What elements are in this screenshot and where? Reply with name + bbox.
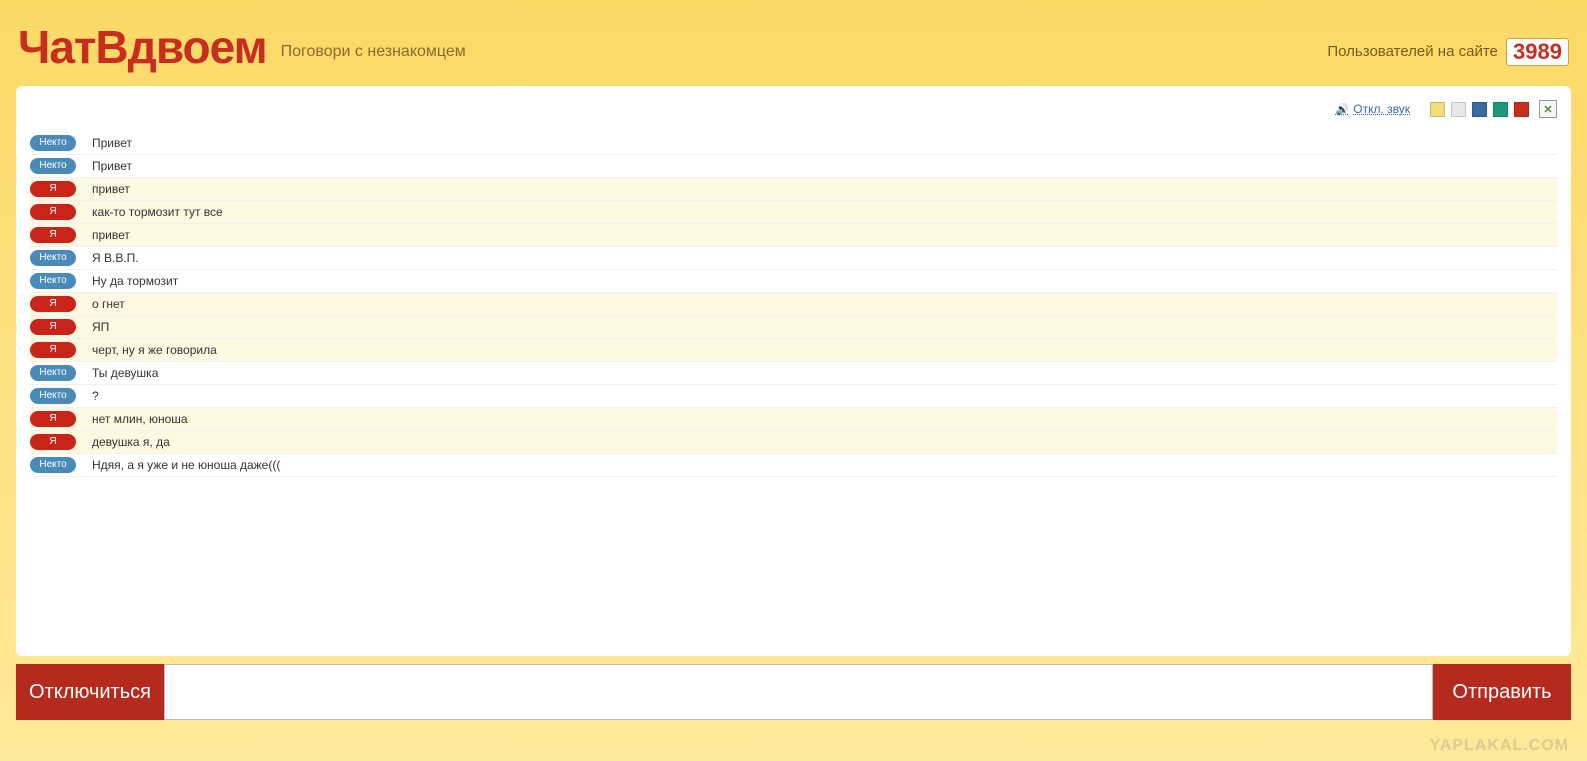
theme-swatch-gray[interactable]	[1451, 102, 1466, 117]
sender-badge-me: Я	[30, 227, 76, 243]
sender-badge-stranger: Некто	[30, 273, 76, 289]
message-text: Я В.В.П.	[92, 251, 139, 265]
message-input[interactable]	[164, 664, 1433, 720]
close-icon[interactable]: ✕	[1539, 100, 1557, 118]
message-text: ?	[92, 389, 99, 403]
message-row: Некто Привет	[30, 155, 1557, 178]
header: ЧатВдвоем Поговори с незнакомцем Пользов…	[0, 0, 1587, 86]
message-text: нет млин, юноша	[92, 412, 188, 426]
disconnect-button[interactable]: Отключиться	[16, 664, 164, 720]
sender-badge-me: Я	[30, 319, 76, 335]
message-text: Привет	[92, 159, 132, 173]
sender-badge-me: Я	[30, 204, 76, 220]
theme-swatch-yellow[interactable]	[1430, 102, 1445, 117]
message-row: Ядевушка я, да	[30, 431, 1557, 454]
sender-badge-stranger: Некто	[30, 158, 76, 174]
message-row: Япривет	[30, 224, 1557, 247]
watermark: YAPLAKAL.COM	[1430, 737, 1569, 755]
theme-swatches	[1430, 102, 1529, 117]
message-text: черт, ну я же говорила	[92, 343, 217, 357]
message-text: привет	[92, 182, 130, 196]
message-row: Япривет	[30, 178, 1557, 201]
message-text: как-то тормозит тут все	[92, 205, 223, 219]
sender-badge-stranger: Некто	[30, 388, 76, 404]
theme-swatch-red[interactable]	[1514, 102, 1529, 117]
message-row: Яо гнет	[30, 293, 1557, 316]
message-text: Ндяя, а я уже и не юноша даже(((	[92, 458, 280, 472]
sender-badge-me: Я	[30, 181, 76, 197]
sound-toggle-label: Откл. звук	[1353, 102, 1410, 116]
message-list: НектоПриветНектоПриветЯприветЯкак-то тор…	[30, 132, 1557, 477]
message-text: привет	[92, 228, 130, 242]
sender-badge-stranger: Некто	[30, 250, 76, 266]
users-online-label: Пользователей на сайте	[1327, 43, 1497, 60]
message-row: Янет млин, юноша	[30, 408, 1557, 431]
sender-badge-me: Я	[30, 342, 76, 358]
message-row: Ячерт, ну я же говорила	[30, 339, 1557, 362]
message-row: Некто?	[30, 385, 1557, 408]
theme-swatch-teal[interactable]	[1493, 102, 1508, 117]
message-row: Некто Ну да тормозит	[30, 270, 1557, 293]
sender-badge-stranger: Некто	[30, 135, 76, 151]
message-text: Ты девушка	[92, 366, 158, 380]
sender-badge-stranger: Некто	[30, 365, 76, 381]
users-online: Пользователей на сайте 3989	[1327, 38, 1569, 66]
chat-panel: 🔊 Откл. звук ✕ Некто Привет Некто Привет Япр…	[16, 86, 1571, 656]
sender-badge-me: Я	[30, 434, 76, 450]
sender-badge-me: Я	[30, 411, 76, 427]
chat-controls: 🔊 Откл. звук ✕	[30, 96, 1557, 122]
message-row: Я ЯП	[30, 316, 1557, 339]
message-text: девушка я, да	[92, 435, 170, 449]
send-button[interactable]: Отправить	[1433, 664, 1571, 720]
sound-toggle[interactable]: 🔊 Откл. звук	[1336, 102, 1410, 116]
users-online-count: 3989	[1506, 38, 1569, 66]
message-text: Ну да тормозит	[92, 274, 178, 288]
message-row: Якак-то тормозит тут все	[30, 201, 1557, 224]
message-row: Некто Ндяя, а я уже и не юноша даже(((	[30, 454, 1557, 477]
message-row: Некто Я В.В.П.	[30, 247, 1557, 270]
message-text: о гнет	[92, 297, 125, 311]
message-text: ЯП	[92, 320, 109, 334]
site-logo[interactable]: ЧатВдвоем	[18, 20, 267, 74]
message-row: Некто Привет	[30, 132, 1557, 155]
site-tagline: Поговори с незнакомцем	[281, 43, 466, 61]
input-bar: Отключиться Отправить	[16, 664, 1571, 720]
sender-badge-stranger: Некто	[30, 457, 76, 473]
message-text: Привет	[92, 136, 132, 150]
sender-badge-me: Я	[30, 296, 76, 312]
theme-swatch-blue[interactable]	[1472, 102, 1487, 117]
speaker-icon: 🔊	[1336, 103, 1350, 116]
message-row: Некто Ты девушка	[30, 362, 1557, 385]
